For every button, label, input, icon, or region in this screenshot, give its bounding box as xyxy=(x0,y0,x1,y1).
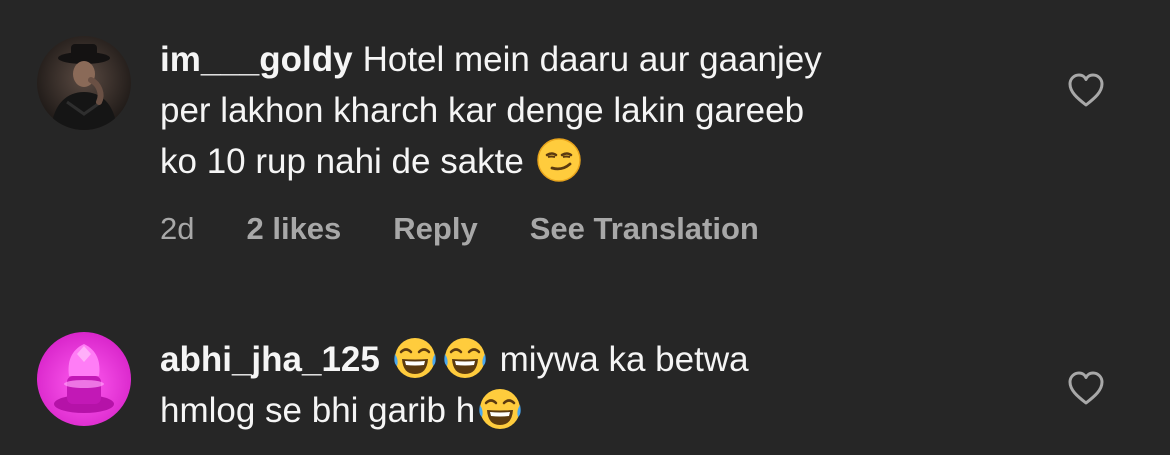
comment-line: miywa ka betwa xyxy=(499,340,749,379)
comment-line: Hotel mein daaru aur gaanjey xyxy=(362,40,822,79)
comment-line: hmlog se bhi garib h xyxy=(160,391,476,430)
smirking-face-icon xyxy=(536,138,581,182)
username-link[interactable]: im___goldy xyxy=(160,40,353,79)
avatar[interactable] xyxy=(37,332,131,426)
face-with-tears-of-joy-icon xyxy=(443,336,487,380)
comment-text: abhi_jha_125 miywa ka betwa hmlog se bhi… xyxy=(160,334,1010,436)
username-link[interactable]: abhi_jha_125 xyxy=(160,340,380,379)
heart-outline-icon[interactable] xyxy=(1067,370,1105,406)
avatar[interactable] xyxy=(37,36,131,130)
pink-shivling-avatar-icon xyxy=(37,332,131,426)
likes-count[interactable]: 2 likes xyxy=(246,211,341,247)
face-with-tears-of-joy-icon xyxy=(393,336,437,380)
see-translation-button[interactable]: See Translation xyxy=(530,211,759,247)
reply-button[interactable]: Reply xyxy=(393,211,477,247)
man-in-hat-avatar-icon xyxy=(37,36,131,130)
face-with-tears-of-joy-icon xyxy=(478,387,522,431)
comment-meta: 2d 2 likes Reply See Translation xyxy=(160,211,1010,247)
comment-item: abhi_jha_125 miywa ka betwa hmlog se bhi… xyxy=(0,320,1170,455)
comment-text: im___goldy Hotel mein daaru aur gaanjey pe… xyxy=(160,34,1010,187)
comment-age: 2d xyxy=(160,211,195,246)
comment-line: ko 10 rup nahi de sakte xyxy=(160,142,524,181)
comment-item: im___goldy Hotel mein daaru aur gaanjey pe… xyxy=(0,0,1170,300)
heart-outline-icon[interactable] xyxy=(1067,72,1105,108)
comments-list: im___goldy Hotel mein daaru aur gaanjey pe… xyxy=(0,0,1170,455)
comment-body: im___goldy Hotel mein daaru aur gaanjey pe… xyxy=(160,34,1010,247)
comment-line: per lakhon kharch kar denge lakin gareeb xyxy=(160,91,805,130)
comment-body: abhi_jha_125 miywa ka betwa hmlog se bhi… xyxy=(160,334,1010,436)
